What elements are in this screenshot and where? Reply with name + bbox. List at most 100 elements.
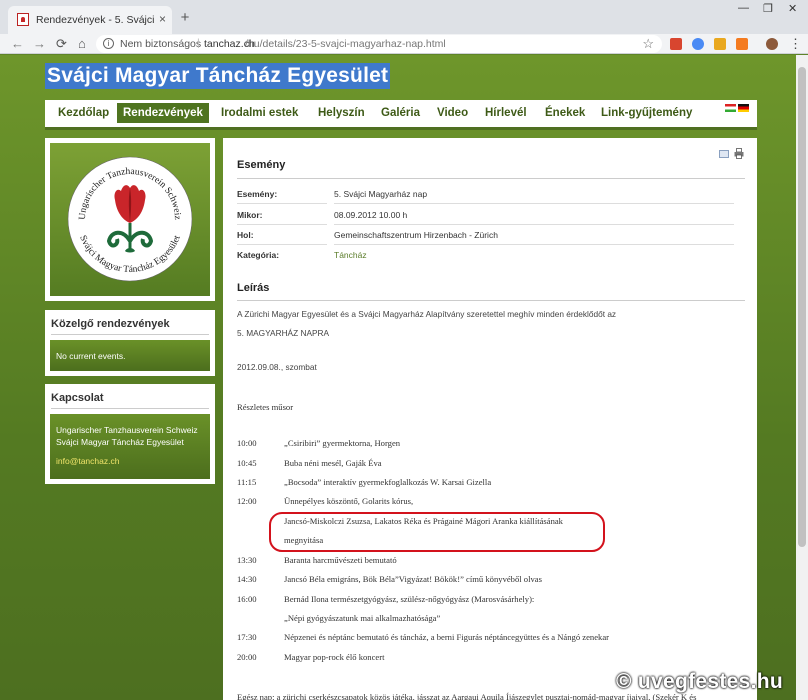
divider — [237, 244, 327, 245]
site-title[interactable]: Svájci Magyar Táncház Egyesület — [45, 63, 391, 89]
divider — [237, 178, 745, 179]
description-intro: A Zürichi Magyar Egyesület és a Svájci M… — [237, 309, 617, 319]
url-bar[interactable]: i Nem biztonságos | tanchaz.ch /hu/detai… — [96, 35, 662, 53]
extension-shop-icon[interactable] — [736, 38, 748, 50]
german-flag-icon[interactable] — [738, 104, 749, 112]
extension-icon[interactable] — [714, 38, 726, 50]
category-label: Kategória: — [237, 250, 280, 260]
program-time: 13:30 — [237, 555, 257, 565]
program-time: 12:00 — [237, 496, 257, 506]
program-item: Ünnepélyes köszöntő, Golarits kórus, — [284, 496, 414, 506]
back-icon[interactable]: ← — [11, 36, 24, 51]
divider — [334, 203, 734, 204]
minimize-button[interactable]: — — [738, 2, 749, 14]
program-time: 10:00 — [237, 438, 257, 448]
contact-line-2: Svájci Magyar Táncház Egyesület — [56, 437, 184, 447]
tab-title: Rendezvények - 5. Svájci Magyarház — [36, 14, 154, 26]
watermark: © uvegfestes.hu — [616, 670, 784, 693]
contact-email-link[interactable]: info@tanchaz.ch — [56, 456, 119, 466]
upcoming-events-content: No current events. — [50, 340, 210, 371]
program-item: „Bocsoda” interaktív gyermekfoglalkozás … — [284, 477, 492, 487]
profile-avatar[interactable] — [766, 38, 778, 50]
program-item: Jancsó Béla emigráns, Bök Béla”Vigyázat!… — [284, 574, 542, 584]
home-icon[interactable]: ⌂ — [78, 36, 86, 51]
nav-helyszin[interactable]: Helyszín — [318, 107, 365, 119]
when-label: Mikor: — [237, 210, 263, 220]
info-icon[interactable]: i — [103, 38, 114, 49]
description-date: 2012.09.08., szombat — [237, 362, 317, 372]
program-item: Népzenei és néptánc bemutató és táncház,… — [284, 632, 609, 642]
contact-title: Kapcsolat — [51, 392, 104, 404]
logo-background: Ungarischer Tanzhausverein Schweiz Svájc… — [50, 143, 210, 296]
upcoming-events-panel: Közelgő rendezvények No current events. — [45, 310, 215, 376]
contact-content: Ungarischer Tanzhausverein Schweiz Svájc… — [50, 414, 210, 479]
contact-line-1: Ungarischer Tanzhausverein Schweiz — [56, 425, 198, 435]
program-time: 20:00 — [237, 652, 257, 662]
when-value: 08.09.2012 10.00 h — [334, 210, 408, 220]
url-separator: | — [197, 37, 200, 49]
divider — [237, 203, 327, 204]
upcoming-events-title: Közelgő rendezvények — [51, 318, 170, 330]
reload-icon[interactable]: ⟳ — [56, 36, 67, 52]
where-value: Gemeinschaftszentrum Hirzenbach - Zürich — [334, 230, 498, 240]
category-link[interactable]: Táncház — [334, 250, 367, 260]
nav-irodalmi-estek[interactable]: Irodalmi estek — [221, 107, 298, 119]
contact-panel: Kapcsolat Ungarischer Tanzhausverein Sch… — [45, 384, 215, 484]
security-label: Nem biztonságos — [120, 38, 202, 50]
divider — [51, 334, 209, 335]
program-item: Baranta harcművészeti bemutató — [284, 555, 397, 565]
program-time: 11:15 — [237, 477, 257, 487]
nav-galeria[interactable]: Galéria — [381, 107, 420, 119]
program-item: „Csiribiri” gyermektorna, Horgen — [284, 438, 401, 448]
program-time: 16:00 — [237, 594, 257, 604]
email-icon[interactable] — [719, 150, 729, 158]
scrollbar-thumb[interactable] — [798, 67, 806, 547]
tulip-logo: Ungarischer Tanzhausverein Schweiz Svájc… — [67, 156, 193, 282]
no-events-text: No current events. — [56, 351, 126, 361]
main-content: Esemény Esemény: 5. Svájci Magyarház nap… — [223, 138, 757, 700]
print-icon[interactable] — [734, 148, 744, 159]
event-section-title: Esemény — [237, 159, 286, 171]
event-label: Esemény: — [237, 189, 278, 199]
logo-panel: Ungarischer Tanzhausverein Schweiz Svájc… — [45, 138, 215, 301]
divider — [237, 300, 745, 301]
main-navigation: Kezdőlap Rendezvények Irodalmi estek Hel… — [45, 100, 757, 130]
program-item: Magyar pop-rock élő koncert — [284, 652, 385, 662]
extension-pdf-icon[interactable] — [670, 38, 682, 50]
tab-close-icon[interactable]: × — [159, 12, 166, 26]
program-item: Buba néni mesél, Gaják Éva — [284, 458, 382, 468]
nav-kezdolap[interactable]: Kezdőlap — [58, 107, 109, 119]
browser-tab[interactable]: Rendezvények - 5. Svájci Magyarház × — [8, 6, 172, 34]
window-close-button[interactable]: ✕ — [788, 2, 797, 15]
maximize-button[interactable]: ❐ — [763, 2, 773, 15]
program-label: Részletes műsor — [237, 402, 294, 412]
url-path: /hu/details/23-5-svajci-magyarhaz-nap.ht… — [245, 38, 446, 50]
scrollbar[interactable] — [796, 55, 808, 700]
hungarian-flag-icon[interactable] — [725, 104, 736, 112]
program-item: Bernád Ilona természetgyógyász, szülész-… — [284, 594, 535, 604]
nav-enekek[interactable]: Énekek — [545, 107, 585, 119]
program-time: 14:30 — [237, 574, 257, 584]
bookmark-star-icon[interactable]: ☆ — [642, 36, 654, 52]
program-time: 10:45 — [237, 458, 257, 468]
nav-link-gyujtemeny[interactable]: Link-gyűjtemény — [601, 107, 692, 119]
nav-hirlevel[interactable]: Hírlevél — [485, 107, 527, 119]
address-toolbar: ← → ⟳ ⌂ i Nem biztonságos | tanchaz.ch /… — [0, 34, 808, 54]
divider — [334, 244, 734, 245]
nav-rendezvenyek[interactable]: Rendezvények — [117, 103, 209, 123]
menu-icon[interactable]: ⋮ — [789, 36, 802, 52]
where-label: Hol: — [237, 230, 254, 240]
site-favicon-icon — [17, 13, 29, 26]
program-time: 17:30 — [237, 632, 257, 642]
new-tab-button[interactable]: + — [177, 10, 193, 26]
extension-chrome-icon[interactable] — [692, 38, 704, 50]
divider — [51, 408, 209, 409]
divider — [237, 224, 327, 225]
program-item: „Népi gyógyászatunk mai alkalmazhatósága… — [284, 613, 441, 623]
browser-tab-strip: Rendezvények - 5. Svájci Magyarház × + —… — [0, 0, 808, 34]
nav-video[interactable]: Video — [437, 107, 468, 119]
forward-icon[interactable]: → — [33, 36, 46, 51]
divider — [334, 224, 734, 225]
highlight-oval — [269, 512, 605, 552]
description-headline: 5. MAGYARHÁZ NAPRA — [237, 328, 330, 338]
